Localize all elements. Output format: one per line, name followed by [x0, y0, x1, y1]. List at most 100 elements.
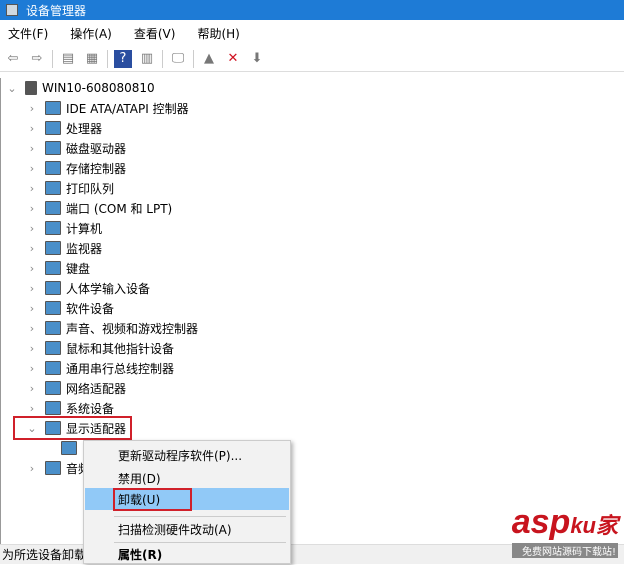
device-category-icon [45, 381, 61, 395]
tree-category[interactable]: › IDE ATA/ATAPI 控制器 [25, 98, 189, 118]
tree-category[interactable]: › 存储控制器 [25, 158, 126, 178]
chevron-down-icon[interactable]: ⌄ [5, 82, 19, 95]
root-label: WIN10-608080810 [42, 81, 155, 95]
tree-category[interactable]: › 端口 (COM 和 LPT) [25, 198, 172, 218]
help-icon[interactable]: ? [114, 49, 132, 68]
device-category-icon [45, 241, 61, 255]
category-label: 监视器 [66, 241, 103, 256]
device-category-icon [45, 341, 61, 355]
tree-category[interactable]: › 人体学输入设备 [25, 278, 150, 298]
menu-help[interactable]: 帮助(H) [197, 25, 239, 42]
category-label: 显示适配器 [66, 421, 127, 436]
uninstall-label: 卸载(U) [112, 487, 193, 511]
watermark-brand2: ku家 [570, 513, 618, 538]
chevron-right-icon[interactable]: › [25, 242, 39, 255]
uninstall-icon[interactable]: ✕ [224, 50, 242, 68]
category-label: 打印队列 [66, 181, 115, 196]
menu-action[interactable]: 操作(A) [70, 25, 112, 42]
menu-separator [114, 516, 286, 517]
tree-root[interactable]: ⌄ WIN10-608080810 [5, 78, 155, 98]
category-label: IDE ATA/ATAPI 控制器 [66, 101, 189, 116]
device-category-icon [45, 321, 61, 335]
chevron-right-icon[interactable]: › [25, 102, 39, 115]
chevron-right-icon[interactable]: › [25, 302, 39, 315]
chevron-right-icon[interactable]: › [25, 402, 39, 415]
properties-icon[interactable]: ▦ [83, 50, 101, 68]
device-category-icon [45, 101, 61, 115]
menu-view[interactable]: 查看(V) [134, 25, 176, 42]
device-category-icon [45, 301, 61, 315]
tree-category[interactable]: › 监视器 [25, 238, 102, 258]
tree-category[interactable]: › 磁盘驱动器 [25, 138, 126, 158]
device-category-icon [45, 261, 61, 275]
category-label: 网络适配器 [66, 381, 127, 396]
category-label: 计算机 [66, 221, 103, 236]
menu-item-disable[interactable]: 禁用(D) [85, 467, 289, 489]
display-adapter-icon [61, 441, 77, 455]
chevron-right-icon[interactable]: › [25, 342, 39, 355]
status-text: 为所选设备卸载 [2, 548, 87, 562]
chevron-right-icon[interactable]: › [25, 142, 39, 155]
menu-item-properties[interactable]: 属性(R) [85, 543, 289, 565]
chevron-right-icon[interactable]: › [25, 162, 39, 175]
tree-category[interactable]: › 键盘 [25, 258, 90, 278]
category-label: 通用串行总线控制器 [66, 361, 175, 376]
tree-category[interactable]: › 软件设备 [25, 298, 114, 318]
tree-category[interactable]: › 声音、视频和游戏控制器 [25, 318, 198, 338]
back-arrow-icon[interactable]: ⇦ [4, 50, 22, 68]
chevron-right-icon[interactable]: › [25, 222, 39, 235]
chevron-right-icon[interactable]: › [25, 202, 39, 215]
tree-category[interactable]: › 音频 [25, 458, 90, 478]
tree-category[interactable]: › 鼠标和其他指针设备 [25, 338, 174, 358]
toolbar-separator [52, 49, 53, 68]
chevron-right-icon[interactable]: › [25, 122, 39, 135]
tree-category[interactable]: ⌄ 显示适配器 [12, 416, 133, 440]
chevron-right-icon[interactable]: › [25, 322, 39, 335]
download-icon[interactable]: ⬇ [248, 50, 266, 68]
category-label: 声音、视频和游戏控制器 [66, 321, 199, 336]
chevron-down-icon[interactable]: ⌄ [25, 422, 39, 435]
watermark: aspku家 免费网站源码下载站! [511, 505, 618, 558]
chevron-right-icon[interactable]: › [25, 382, 39, 395]
category-label: 鼠标和其他指针设备 [66, 341, 175, 356]
show-hide-console-tree-icon[interactable]: ▤ [59, 50, 77, 68]
device-category-icon [45, 461, 61, 475]
tree-category[interactable]: › 通用串行总线控制器 [25, 358, 174, 378]
menu-item-update-driver[interactable]: 更新驱动程序软件(P)... [85, 444, 289, 466]
chevron-right-icon[interactable]: › [25, 282, 39, 295]
tree-category[interactable]: › 打印队列 [25, 178, 114, 198]
update-driver-icon[interactable]: ▲ [200, 50, 218, 68]
category-label: 键盘 [66, 261, 91, 276]
category-label: 软件设备 [66, 301, 115, 316]
chevron-right-icon[interactable]: › [25, 262, 39, 275]
chevron-right-icon[interactable]: › [25, 362, 39, 375]
chevron-right-icon[interactable]: › [25, 462, 39, 475]
menu-item-scan[interactable]: 扫描检测硬件改动(A) [85, 518, 289, 540]
device-category-icon [45, 281, 61, 295]
scan-hardware-icon[interactable]: 🖵 [169, 50, 187, 68]
category-label: 处理器 [66, 121, 103, 136]
category-label: 系统设备 [66, 401, 115, 416]
tree-category[interactable]: › 计算机 [25, 218, 102, 238]
forward-arrow-icon[interactable]: ⇨ [28, 50, 46, 68]
title-bar: 设备管理器 [0, 0, 624, 20]
device-category-icon [45, 421, 61, 435]
chevron-right-icon[interactable]: › [25, 182, 39, 195]
tree-category[interactable]: › 处理器 [25, 118, 102, 138]
device-category-icon [45, 401, 61, 415]
category-label: 端口 (COM 和 LPT) [66, 201, 173, 216]
display-adapter-device[interactable] [61, 438, 82, 458]
menu-item-uninstall[interactable]: 卸载(U) [85, 487, 289, 511]
tree-category[interactable]: › 系统设备 [25, 398, 114, 418]
device-category-icon [45, 141, 61, 155]
device-category-icon [45, 201, 61, 215]
watermark-tagline: 免费网站源码下载站! [511, 543, 618, 558]
toolbar: ⇦ ⇨ ▤ ▦? ▥ 🖵 ▲ ✕ ⬇ [0, 46, 624, 72]
menu-file[interactable]: 文件(F) [8, 25, 48, 42]
toolbar-separator [107, 49, 108, 68]
tree-category[interactable]: › 网络适配器 [25, 378, 126, 398]
device-category-icon [45, 161, 61, 175]
action-pane-icon[interactable]: ▥ [138, 50, 156, 68]
device-category-icon [45, 361, 61, 375]
device-category-icon [45, 121, 61, 135]
